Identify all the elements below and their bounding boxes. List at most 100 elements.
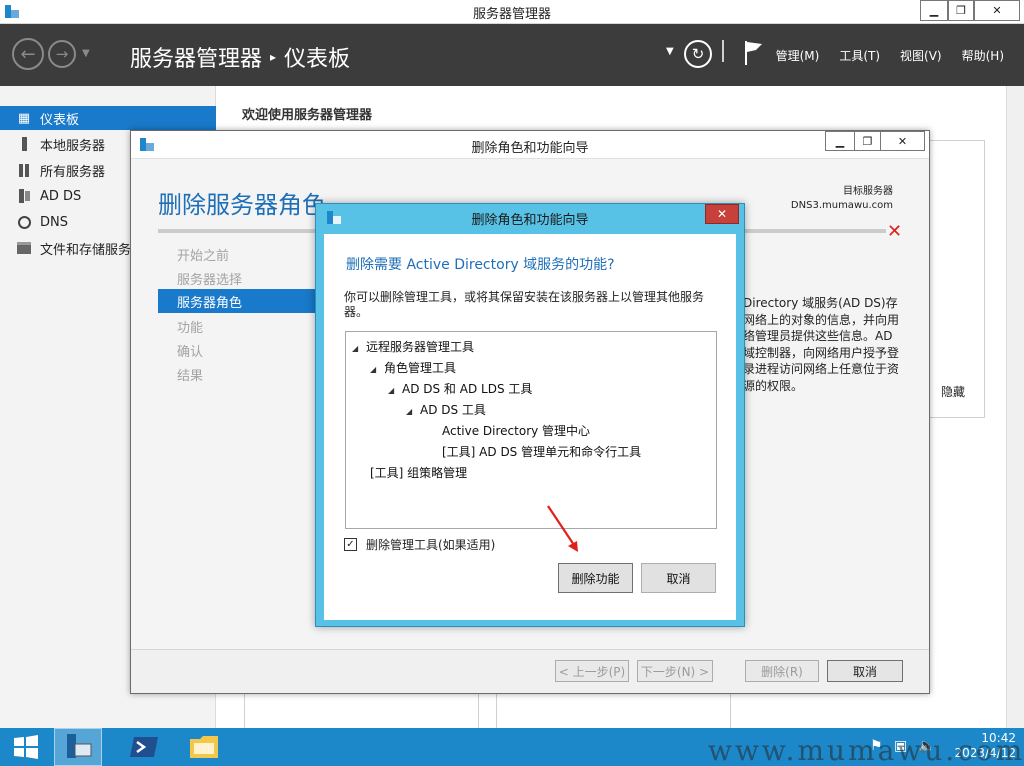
dialog-cancel-button[interactable]: 取消 <box>641 563 716 593</box>
sidebar-item-label: 所有服务器 <box>40 164 106 180</box>
wizard-minimize-button[interactable]: ▁ <box>825 131 855 151</box>
target-server-name: DNS3.mumawu.com <box>790 200 893 211</box>
expand-triangle-icon[interactable]: ◢ <box>406 407 420 416</box>
sidebar-item-label: 仪表板 <box>40 112 80 128</box>
menu-tools[interactable]: 工具(T) <box>839 47 880 64</box>
server-icon <box>16 136 32 152</box>
sidebar-item-label: AD DS <box>40 188 82 204</box>
wizard-title: 删除角色和功能向导 <box>471 141 589 156</box>
expand-triangle-icon[interactable]: ◢ <box>370 365 384 374</box>
tile-divider <box>496 694 497 728</box>
header-menu: 管理(M) 工具(T) 视图(V) 帮助(H) <box>776 47 1004 64</box>
tree-leaf[interactable]: Active Directory 管理中心 <box>442 422 590 439</box>
remove-features-dialog: 删除角色和功能向导 ✕ 删除需要 Active Directory 域服务的功能… <box>315 203 745 627</box>
expand-triangle-icon[interactable]: ◢ <box>388 386 402 395</box>
header-bar: ← → ▼ 服务器管理器 ▸ 仪表板 ▼ ↻ 管理(M) 工具(T) 视图(V) 帮… <box>0 24 1024 86</box>
restore-button[interactable]: ❐ <box>948 0 974 21</box>
dialog-description: 你可以删除管理工具，或将其保留安装在该服务器上以管理其他服务器。 <box>344 290 705 319</box>
minimize-button[interactable]: ▁ <box>920 0 948 21</box>
servers-icon <box>16 162 32 178</box>
refresh-dropdown-icon[interactable]: ▼ <box>666 46 674 57</box>
arrow-left-icon: ← <box>20 43 36 65</box>
target-server-label: 目标服务器 <box>843 186 893 197</box>
wizard-footer: < 上一步(P) 下一步(N) > 删除(R) 取消 <box>131 649 929 693</box>
checkbox-checked-icon[interactable]: ✓ <box>344 538 357 551</box>
tree-node[interactable]: ◢ AD DS 工具 <box>406 401 486 418</box>
target-server-info: 目标服务器 DNS3.mumawu.com <box>791 185 893 213</box>
step-results: 结果 <box>177 369 204 384</box>
dialog-body: 删除需要 Active Directory 域服务的功能? 你可以删除管理工具，… <box>324 234 736 620</box>
hide-link[interactable]: 隐藏 <box>941 383 965 400</box>
taskbar-powershell[interactable] <box>120 728 168 766</box>
checkbox-label: 删除管理工具(如果适用) <box>366 538 496 552</box>
welcome-heading: 欢迎使用服务器管理器 <box>242 108 373 123</box>
remove-features-button[interactable]: 删除功能 <box>558 563 633 593</box>
window-title: 服务器管理器 <box>472 7 551 22</box>
annotation-arrow <box>547 505 578 552</box>
step-server-roles[interactable]: 服务器角色 <box>158 289 320 313</box>
tile-divider <box>244 694 245 728</box>
dashboard-icon: ▦ <box>17 110 31 126</box>
tree-node[interactable]: ◢ AD DS 和 AD LDS 工具 <box>388 380 532 397</box>
features-tree[interactable]: ◢ 远程服务器管理工具 ◢ 角色管理工具 ◢ AD DS 和 AD LDS 工具 ◢ A… <box>345 331 717 529</box>
server-manager-icon <box>67 734 92 758</box>
sidebar-item-label: DNS <box>40 214 68 230</box>
tree-leaf[interactable]: [工具] 组策略管理 <box>370 464 467 481</box>
dashboard-tile: 隐藏 <box>928 140 985 418</box>
dialog-titlebar: 删除角色和功能向导 <box>316 204 744 231</box>
breadcrumb-separator-icon: ▸ <box>270 50 277 64</box>
remove-tools-checkbox[interactable]: ✓ 删除管理工具(如果适用) <box>344 536 495 553</box>
tree-leaf[interactable]: [工具] AD DS 管理单元和命令行工具 <box>442 443 641 460</box>
tile-divider <box>478 694 479 728</box>
role-description: Directory 域服务(AD DS)存网络上的对象的信息，并向用络管理员提供… <box>743 296 900 393</box>
sidebar-item-label: 文件和存储服务 <box>40 242 132 258</box>
forward-button[interactable]: → <box>48 40 76 68</box>
next-button[interactable]: 下一步(N) > <box>637 660 713 682</box>
menu-help[interactable]: 帮助(H) <box>962 47 1004 64</box>
wizard-heading: 删除服务器角色 <box>158 191 326 219</box>
previous-button[interactable]: < 上一步(P) <box>555 660 629 682</box>
storage-icon <box>16 240 32 256</box>
history-dropdown-icon[interactable]: ▼ <box>82 48 90 59</box>
powershell-icon <box>130 737 158 757</box>
refresh-icon[interactable]: ↻ <box>684 40 712 68</box>
watermark: www.mumawu.com <box>708 734 1024 766</box>
sidebar-item-dashboard[interactable]: ▦ 仪表板 <box>0 106 216 130</box>
wizard-close-button[interactable]: ✕ <box>880 131 925 151</box>
back-button[interactable]: ← <box>12 38 44 70</box>
step-features: 功能 <box>177 321 204 336</box>
tree-node[interactable]: ◢ 角色管理工具 <box>370 359 456 376</box>
wizard-restore-button[interactable]: ❐ <box>854 131 881 151</box>
start-button[interactable] <box>0 728 52 766</box>
breadcrumb-page: 仪表板 <box>284 47 351 72</box>
wizard-cancel-button[interactable]: 取消 <box>827 660 903 682</box>
notifications-flag-icon[interactable] <box>744 40 764 66</box>
taskbar-file-explorer[interactable] <box>180 728 228 766</box>
remove-button[interactable]: 删除(R) <box>745 660 819 682</box>
arrow-right-icon: → <box>55 45 69 63</box>
dialog-title: 删除角色和功能向导 <box>471 213 589 228</box>
windows-logo-icon <box>14 735 38 759</box>
breadcrumb-root: 服务器管理器 <box>130 47 263 72</box>
folder-icon <box>190 736 218 758</box>
sidebar-item-label: 本地服务器 <box>40 138 106 154</box>
dialog-close-button[interactable]: ✕ <box>705 204 739 224</box>
dns-icon <box>16 214 32 230</box>
step-before-you-begin: 开始之前 <box>177 249 230 264</box>
vertical-scrollbar[interactable] <box>1006 86 1024 728</box>
dialog-heading: 删除需要 Active Directory 域服务的功能? <box>346 257 615 273</box>
close-button[interactable]: ✕ <box>974 0 1020 21</box>
step-server-selection: 服务器选择 <box>177 273 243 288</box>
ad-ds-icon <box>16 188 32 204</box>
tree-node[interactable]: ◢ 远程服务器管理工具 <box>352 338 474 355</box>
taskbar-server-manager[interactable] <box>54 728 102 766</box>
tile-divider <box>730 694 731 728</box>
breadcrumb: 服务器管理器 ▸ 仪表板 <box>130 41 350 73</box>
menu-view[interactable]: 视图(V) <box>900 47 942 64</box>
step-confirmation: 确认 <box>177 345 204 360</box>
window-titlebar: 服务器管理器 ▁ ❐ ✕ <box>0 0 1024 24</box>
expand-triangle-icon[interactable]: ◢ <box>352 344 366 353</box>
wizard-titlebar: 删除角色和功能向导 ▁ ❐ ✕ <box>131 131 929 159</box>
menu-manage[interactable]: 管理(M) <box>776 47 820 64</box>
header-divider <box>722 40 724 62</box>
